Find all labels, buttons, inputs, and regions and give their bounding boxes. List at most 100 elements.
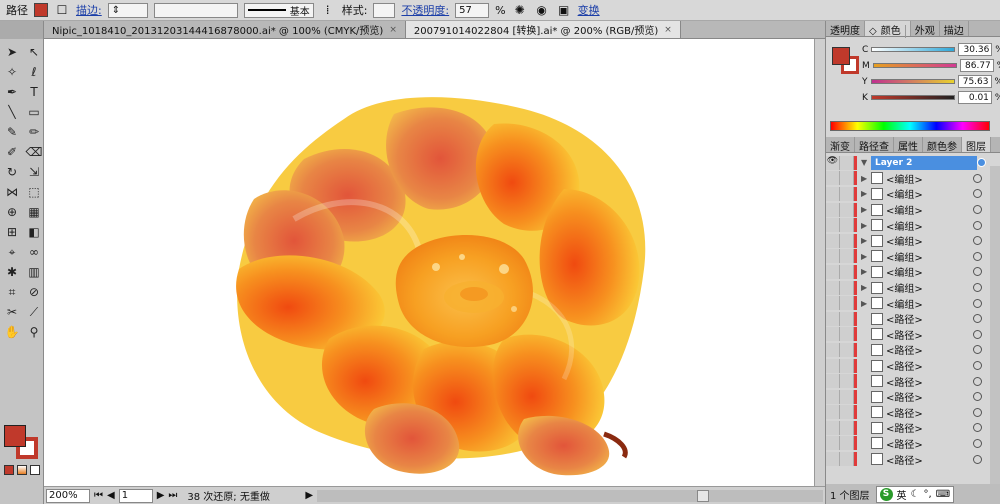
layer-item-name[interactable]: <编组>	[886, 171, 973, 186]
visibility-eye-icon[interactable]	[826, 171, 840, 186]
target-circle-icon[interactable]	[973, 392, 982, 402]
target-circle-icon[interactable]	[973, 236, 982, 246]
hand-tool-icon[interactable]: ✋	[2, 323, 22, 341]
lock-toggle[interactable]	[840, 280, 854, 295]
opacity-input[interactable]: 57	[455, 2, 490, 18]
brush-definition-icon[interactable]: ⁞	[320, 2, 336, 18]
knife-tool-icon[interactable]: ⟋	[24, 303, 44, 321]
expand-arrow-icon[interactable]: ▶	[861, 221, 871, 230]
status-menu-icon[interactable]: ▶	[305, 490, 313, 501]
layer-item[interactable]: ▶ <编组>	[826, 295, 1000, 311]
layer-item-name[interactable]: <路径>	[886, 436, 973, 451]
layer-item[interactable]: ▶ <编组>	[826, 202, 1000, 218]
layer-item-name[interactable]: <编组>	[886, 249, 973, 264]
free-transform-tool-icon[interactable]: ⬚	[24, 183, 44, 201]
paintbrush-tool-icon[interactable]: ✎	[2, 123, 22, 141]
expand-arrow-icon[interactable]: ▶	[861, 283, 871, 292]
lock-toggle[interactable]	[840, 358, 854, 373]
layer-item-name[interactable]: <路径>	[886, 374, 973, 389]
graphic-style-dropdown[interactable]	[373, 2, 396, 18]
tab-layers[interactable]: 图层	[962, 137, 991, 153]
visibility-eye-icon[interactable]	[826, 358, 840, 373]
lock-toggle[interactable]	[840, 389, 854, 404]
channel-m-slider[interactable]	[872, 63, 957, 68]
fill-stroke-widget[interactable]	[4, 425, 40, 461]
none-mode-icon[interactable]	[30, 465, 40, 475]
slice-tool-icon[interactable]: ⊘	[24, 283, 44, 301]
vertical-scrollbar[interactable]	[814, 39, 825, 486]
lock-toggle[interactable]	[840, 233, 854, 248]
layer-item[interactable]: ▶ <编组>	[826, 186, 1000, 202]
prev-artboard-icon[interactable]: ◀	[107, 490, 115, 501]
channel-c-slider[interactable]	[871, 47, 956, 52]
visibility-eye-icon[interactable]	[826, 327, 840, 342]
column-graph-tool-icon[interactable]: ▥	[24, 263, 44, 281]
artboard-canvas[interactable]	[44, 39, 814, 486]
target-circle-icon[interactable]	[973, 314, 982, 324]
layer-row-top[interactable]: 👁 ▼ Layer 2	[826, 155, 1000, 171]
layer-item[interactable]: ▶ <编组>	[826, 280, 1000, 296]
symbol-sprayer-tool-icon[interactable]: ✱	[2, 263, 22, 281]
scroll-thumb[interactable]	[697, 489, 710, 502]
visibility-eye-icon[interactable]	[826, 374, 840, 389]
channel-y-slider[interactable]	[870, 79, 955, 84]
layer-item-name[interactable]: <路径>	[886, 311, 973, 326]
layer-item[interactable]: <路径>	[826, 373, 1000, 389]
visibility-eye-icon[interactable]	[826, 436, 840, 451]
layer-item[interactable]: ▶ <编组>	[826, 171, 1000, 187]
tab-transparency[interactable]: 透明度	[826, 21, 865, 37]
tab-stroke[interactable]: 描边	[940, 21, 969, 37]
lock-toggle[interactable]	[840, 264, 854, 279]
layer-item-name[interactable]: <路径>	[886, 358, 973, 373]
channel-k-slider[interactable]	[870, 95, 955, 100]
layer-item[interactable]: <路径>	[826, 358, 1000, 374]
close-icon[interactable]: ×	[664, 25, 672, 35]
pencil-tool-icon[interactable]: ✏	[24, 123, 44, 141]
tab-color-guide[interactable]: 颜色参	[923, 137, 962, 153]
visibility-eye-icon[interactable]	[826, 452, 840, 467]
target-circle-icon[interactable]	[973, 173, 982, 183]
target-circle-icon[interactable]	[973, 267, 982, 277]
width-tool-icon[interactable]: ⋈	[2, 183, 22, 201]
layer-item-name[interactable]: <编组>	[886, 280, 973, 295]
tab-pathfinder[interactable]: 路径查	[855, 137, 894, 153]
lock-toggle[interactable]	[840, 218, 854, 233]
layer-item-name[interactable]: <路径>	[886, 342, 973, 357]
last-artboard-icon[interactable]: ⏭	[168, 490, 177, 501]
expand-arrow-icon[interactable]: ▶	[861, 267, 871, 276]
target-circle-icon[interactable]	[973, 454, 982, 464]
channel-y-input[interactable]: 75.63	[957, 75, 992, 88]
scale-tool-icon[interactable]: ⇲	[24, 163, 44, 181]
visibility-eye-icon[interactable]	[826, 389, 840, 404]
lock-toggle[interactable]	[840, 436, 854, 451]
shape-builder-tool-icon[interactable]: ⊕	[2, 203, 22, 221]
visibility-eye-icon[interactable]	[826, 420, 840, 435]
type-tool-icon[interactable]: T	[24, 83, 44, 101]
layer-item-name[interactable]: <路径>	[886, 452, 973, 467]
lock-toggle[interactable]	[840, 311, 854, 326]
visibility-eye-icon[interactable]	[826, 311, 840, 326]
layer-item-name[interactable]: <编组>	[886, 202, 973, 217]
visibility-eye-icon[interactable]	[826, 218, 840, 233]
layer-item[interactable]: <路径>	[826, 327, 1000, 343]
target-circle-icon[interactable]	[973, 376, 982, 386]
target-circle-icon[interactable]	[973, 329, 982, 339]
tab-color[interactable]: ◇ 颜色	[865, 21, 911, 38]
layer-item[interactable]: <路径>	[826, 405, 1000, 421]
line-tool-icon[interactable]: ╲	[2, 103, 22, 121]
target-circle-icon[interactable]	[973, 298, 982, 308]
stroke-weight-dropdown[interactable]: ⇕	[107, 2, 148, 18]
layer-item[interactable]: <路径>	[826, 451, 1000, 467]
layer-item-name[interactable]: <编组>	[886, 264, 973, 279]
visibility-eye-icon[interactable]	[826, 280, 840, 295]
scissors-tool-icon[interactable]: ✂	[2, 303, 22, 321]
visibility-eye-icon[interactable]	[826, 202, 840, 217]
target-circle-icon[interactable]	[973, 205, 982, 215]
rectangle-tool-icon[interactable]: ▭	[24, 103, 44, 121]
target-circle-icon[interactable]	[973, 251, 982, 261]
pen-tool-icon[interactable]: ✒	[2, 83, 22, 101]
blend-tool-icon[interactable]: ∞	[24, 243, 44, 261]
variable-width-dropdown[interactable]	[153, 2, 238, 18]
target-circle-icon[interactable]	[973, 438, 982, 448]
stroke-style-dropdown[interactable]: 基本	[243, 2, 314, 18]
